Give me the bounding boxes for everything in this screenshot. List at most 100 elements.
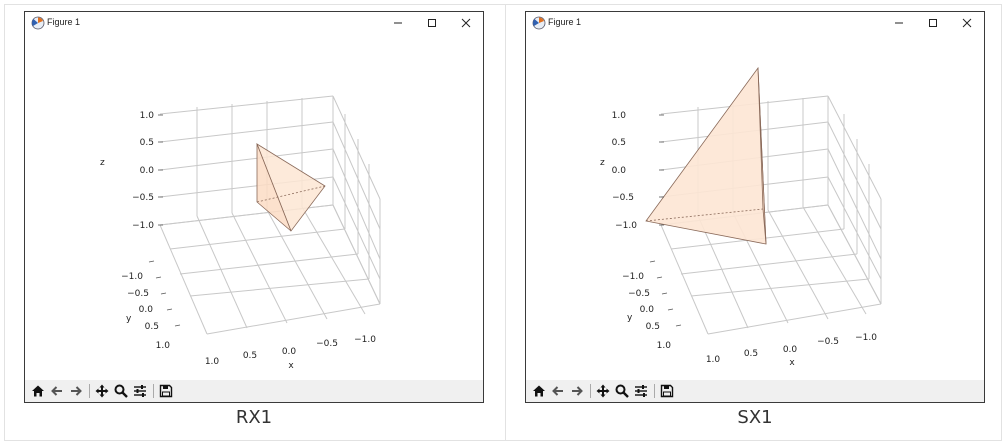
navigation-toolbar	[526, 380, 984, 402]
z-tick-label: 0.5	[612, 138, 626, 148]
zoom-icon	[615, 384, 629, 398]
home-button[interactable]	[530, 382, 548, 400]
z-tick-label: −1.0	[132, 221, 154, 231]
x-tick-label: 0.0	[783, 345, 798, 355]
toolbar-separator	[590, 384, 591, 398]
x-tick-label: 0.5	[243, 351, 257, 361]
z-tick-label: −0.5	[132, 193, 154, 203]
pan-button[interactable]	[594, 382, 612, 400]
y-tick-label: 0.0	[640, 305, 655, 315]
x-tick-label: −0.5	[316, 339, 338, 349]
y-tick-label: 1.0	[657, 341, 672, 351]
y-tick-label: 0.5	[646, 322, 660, 332]
y-tick-label: −1.0	[121, 272, 143, 282]
maximize-button[interactable]	[916, 12, 950, 34]
back-button[interactable]	[48, 382, 66, 400]
y-axis-label: y	[627, 313, 633, 323]
y-axis-label: y	[126, 314, 132, 324]
x-axis-label: x	[789, 358, 795, 368]
maximize-icon	[929, 19, 937, 27]
configure-subplots-icon	[134, 385, 146, 397]
y-tick-label: 0.5	[145, 322, 159, 332]
z-tick-label: 1.0	[140, 111, 155, 121]
z-tick-label: 0.0	[140, 166, 155, 176]
y-tick-label: −1.0	[622, 272, 644, 282]
zoom-button[interactable]	[613, 382, 631, 400]
back-arrow-icon	[51, 386, 62, 396]
forward-button[interactable]	[568, 382, 586, 400]
figure-window-sx1: Figure 1 1.0 0.5 0.0 −0.5 −1.0 z −1.0 −0…	[525, 11, 985, 403]
z-tick-label: 1.0	[612, 111, 627, 121]
configure-subplots-icon	[635, 385, 647, 397]
pan-button[interactable]	[93, 382, 111, 400]
y-tick-label: 0.0	[139, 305, 154, 315]
back-button[interactable]	[549, 382, 567, 400]
plot-canvas[interactable]: 1.0 0.5 0.0 −0.5 −1.0 z −1.0 −0.5 0.0 0.…	[25, 34, 483, 379]
y-tick-label: −0.5	[628, 289, 650, 299]
grid-lines	[159, 95, 381, 335]
x-tick-label: 0.0	[282, 347, 297, 357]
pan-icon	[95, 384, 109, 398]
z-tick-label: −0.5	[612, 193, 634, 203]
z-axis-label: z	[100, 158, 105, 168]
x-axis-label: x	[288, 361, 294, 371]
save-icon	[660, 384, 674, 398]
x-tick-label: −1.0	[354, 335, 376, 345]
x-tick-label: −1.0	[855, 333, 877, 343]
close-icon	[461, 18, 471, 28]
forward-arrow-icon	[71, 386, 82, 396]
pan-icon	[596, 384, 610, 398]
close-button[interactable]	[449, 12, 483, 34]
tetrahedron	[256, 143, 326, 232]
save-button[interactable]	[157, 382, 175, 400]
matplotlib-app-icon	[532, 16, 546, 30]
close-icon	[962, 18, 972, 28]
configure-subplots-button[interactable]	[131, 382, 149, 400]
z-axis-ticks	[158, 114, 163, 226]
axes-3d[interactable]: 1.0 0.5 0.0 −0.5 −1.0 z −1.0 −0.5 0.0 0.…	[25, 34, 483, 379]
minimize-button[interactable]	[882, 12, 916, 34]
close-button[interactable]	[950, 12, 984, 34]
figure-window-rx1: Figure 1 1.0 0.5 0.0 −0.5 −1.0 z −1.0 −0…	[24, 11, 484, 403]
title-bar[interactable]: Figure 1	[526, 12, 984, 34]
save-icon	[159, 384, 173, 398]
window-title: Figure 1	[47, 17, 81, 27]
home-icon	[533, 385, 545, 397]
zoom-icon	[114, 384, 128, 398]
forward-arrow-icon	[572, 386, 583, 396]
toolbar-separator	[654, 384, 655, 398]
y-axis-ticks	[649, 260, 682, 327]
z-tick-label: 0.0	[612, 166, 627, 176]
minimize-icon	[895, 22, 903, 24]
zoom-button[interactable]	[112, 382, 130, 400]
home-button[interactable]	[29, 382, 47, 400]
x-tick-label: 0.5	[744, 349, 758, 359]
y-tick-label: −0.5	[127, 289, 149, 299]
matplotlib-app-icon	[31, 16, 45, 30]
configure-subplots-button[interactable]	[632, 382, 650, 400]
z-axis-label: z	[600, 158, 605, 168]
y-axis-ticks	[148, 260, 181, 327]
minimize-icon	[394, 22, 402, 24]
tetrahedron	[645, 66, 767, 245]
axes-3d[interactable]: 1.0 0.5 0.0 −0.5 −1.0 z −1.0 −0.5 0.0 0.…	[526, 34, 984, 379]
y-tick-label: 1.0	[156, 341, 171, 351]
x-tick-label: 1.0	[706, 355, 721, 365]
title-bar[interactable]: Figure 1	[25, 12, 483, 34]
maximize-button[interactable]	[415, 12, 449, 34]
window-title: Figure 1	[548, 17, 582, 27]
forward-button[interactable]	[67, 382, 85, 400]
maximize-icon	[428, 19, 436, 27]
back-arrow-icon	[552, 386, 563, 396]
z-tick-label: −1.0	[615, 221, 637, 231]
z-tick-label: 0.5	[140, 138, 154, 148]
save-button[interactable]	[658, 382, 676, 400]
home-icon	[32, 385, 44, 397]
navigation-toolbar	[25, 380, 483, 402]
plot-canvas[interactable]: 1.0 0.5 0.0 −0.5 −1.0 z −1.0 −0.5 0.0 0.…	[526, 34, 984, 379]
column-divider	[505, 4, 506, 441]
minimize-button[interactable]	[381, 12, 415, 34]
figure-caption: RX1	[235, 407, 273, 428]
toolbar-separator	[153, 384, 154, 398]
toolbar-separator	[89, 384, 90, 398]
